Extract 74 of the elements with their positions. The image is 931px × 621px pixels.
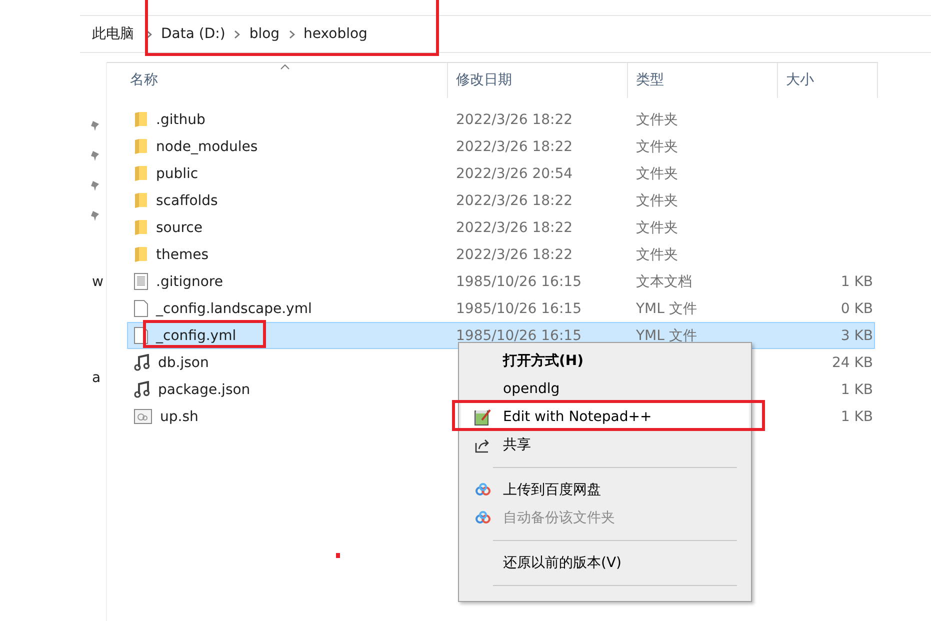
- modified-date: 1985/10/26 16:15: [455, 274, 582, 290]
- file-type: 文件夹: [635, 192, 679, 210]
- file-type: 文件夹: [635, 110, 679, 128]
- file-name: node_modules: [156, 138, 258, 154]
- text-file-icon: [134, 273, 148, 290]
- nav-item[interactable]: w: [92, 274, 104, 290]
- column-header[interactable]: 名称: [107, 63, 448, 98]
- file-type: YML 文件: [635, 326, 698, 344]
- modified-date: 2022/3/26 20:54: [455, 166, 574, 182]
- pin-icon[interactable]: [90, 210, 100, 222]
- file-name: _config.landscape.yml: [156, 300, 312, 316]
- file-name: db.json: [158, 354, 209, 370]
- file-icon: [134, 300, 148, 317]
- file-size: 1 KB: [840, 408, 873, 424]
- file-type: 文件夹: [635, 138, 679, 156]
- column-header[interactable]: 大小: [778, 63, 878, 98]
- modified-date: 1985/10/26 16:15: [455, 300, 582, 316]
- breadcrumb-item[interactable]: blog: [249, 26, 280, 42]
- music-note-icon: [134, 354, 150, 371]
- file-name: .gitignore: [156, 274, 223, 290]
- file-type: 文件夹: [635, 218, 679, 236]
- folder-icon: [134, 138, 148, 155]
- music-note-icon: [134, 381, 150, 398]
- sort-caret-icon: [280, 64, 290, 70]
- chevron-right-icon[interactable]: [234, 30, 240, 38]
- chevron-right-icon[interactable]: [288, 30, 295, 38]
- file-name: package.json: [158, 382, 250, 398]
- file-size: 0 KB: [840, 300, 873, 316]
- breadcrumb-item[interactable]: Data (D:): [161, 26, 226, 42]
- menu-item[interactable]: 打开方式(H): [461, 347, 749, 375]
- modified-date: 2022/3/26 18:22: [455, 138, 574, 154]
- breadcrumb-item[interactable]: 此电脑: [92, 25, 134, 43]
- pin-icon[interactable]: [90, 180, 100, 192]
- file-size: 1 KB: [840, 382, 873, 398]
- column-header[interactable]: 修改日期: [448, 63, 628, 98]
- file-name: _config.yml: [156, 328, 236, 344]
- file-name: source: [156, 220, 202, 236]
- menu-item[interactable]: opendlg: [461, 375, 749, 403]
- folder-icon: [134, 219, 148, 236]
- file-name: public: [156, 166, 198, 182]
- notepad-icon: [474, 408, 492, 426]
- modified-date: 2022/3/26 18:22: [455, 246, 574, 262]
- file-type: 文件夹: [635, 164, 679, 182]
- file-name: .github: [156, 112, 206, 128]
- breadcrumb-item[interactable]: hexoblog: [304, 26, 368, 42]
- folder-icon: [134, 165, 148, 182]
- cloud-icon: [475, 483, 491, 497]
- modified-date: 2022/3/26 18:22: [455, 192, 574, 208]
- pin-icon[interactable]: [90, 120, 100, 132]
- modified-date: 2022/3/26 18:22: [455, 220, 574, 236]
- menu-item[interactable]: 上传到百度网盘: [461, 476, 749, 504]
- folder-icon: [134, 246, 148, 263]
- share-icon: [475, 437, 491, 453]
- file-name: themes: [156, 246, 209, 262]
- file-size: 3 KB: [840, 328, 873, 344]
- file-name: up.sh: [160, 408, 198, 424]
- file-name: scaffolds: [156, 192, 218, 208]
- nav-item[interactable]: a: [92, 370, 101, 386]
- folder-icon: [134, 111, 148, 128]
- file-type: 文本文档: [635, 272, 693, 290]
- folder-icon: [134, 192, 148, 209]
- file-size: 24 KB: [830, 354, 873, 370]
- column-header[interactable]: 类型: [628, 63, 778, 98]
- modified-date: 1985/10/26 16:15: [455, 328, 582, 344]
- menu-item[interactable]: 共享: [461, 431, 749, 459]
- file-type: 文件夹: [635, 246, 679, 264]
- menu-item[interactable]: 还原以前的版本(V): [461, 549, 749, 577]
- cloud-icon: [475, 511, 491, 525]
- modified-date: 2022/3/26 18:22: [455, 112, 574, 128]
- file-size: 1 KB: [840, 274, 873, 290]
- chevron-right-icon[interactable]: [146, 30, 152, 38]
- pin-icon[interactable]: [90, 150, 100, 162]
- file-type: YML 文件: [635, 300, 698, 318]
- script-file-icon: [134, 409, 152, 424]
